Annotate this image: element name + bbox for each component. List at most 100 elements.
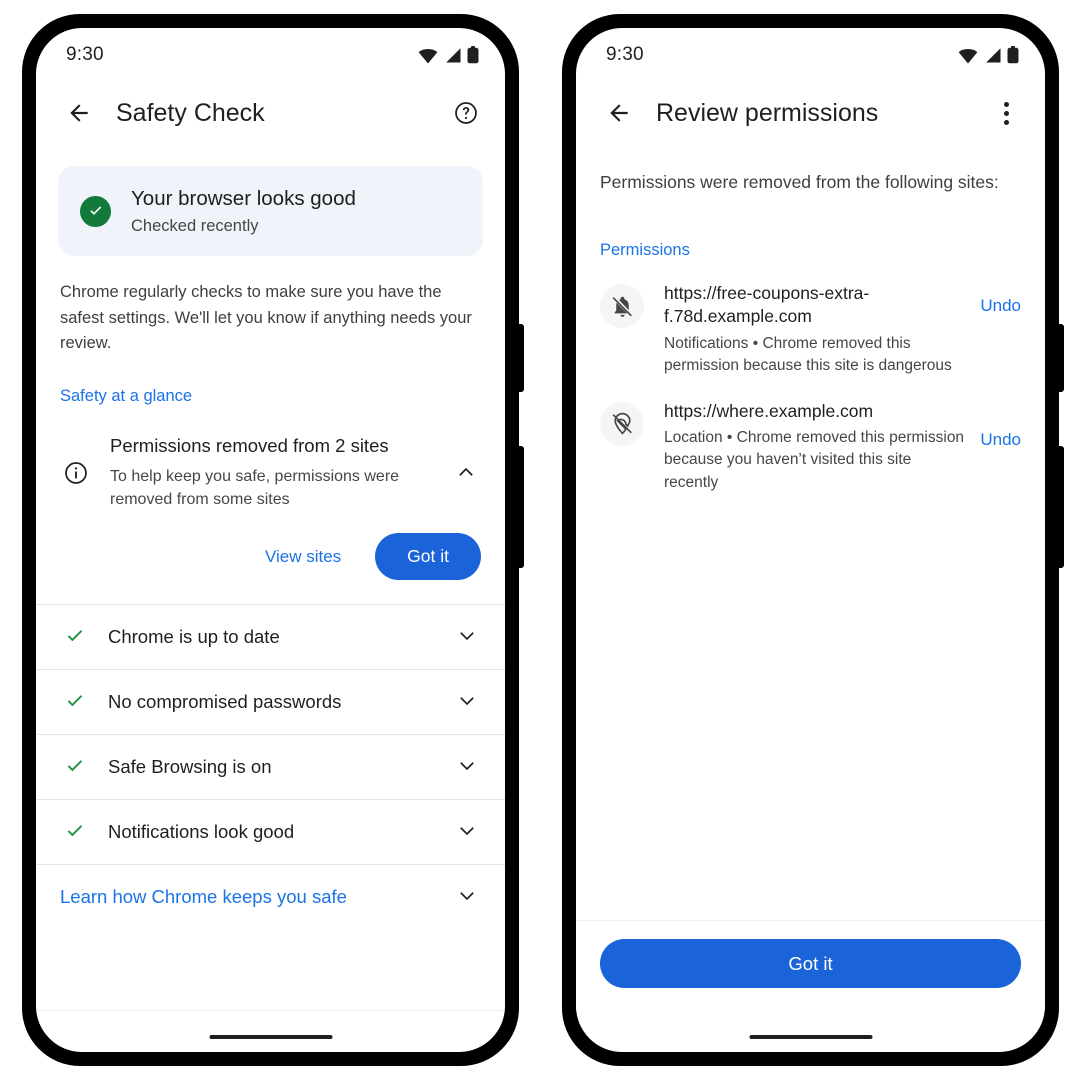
- check-circle-icon: [80, 195, 111, 227]
- undo-button[interactable]: Undo: [980, 296, 1021, 316]
- screenshot-root: 9:30 Safety Check Your browser looks goo…: [0, 0, 1080, 1080]
- expand-toggle[interactable]: [453, 886, 481, 908]
- description-paragraph: Chrome regularly checks to make sure you…: [60, 283, 472, 353]
- learn-more-label: Learn how Chrome keeps you safe: [60, 886, 347, 908]
- check-icon-wrap: [60, 690, 90, 714]
- status-banner: Your browser looks good Checked recently: [58, 166, 483, 257]
- status-clock: 9:30: [66, 44, 104, 65]
- permission-details: https://free-coupons-extra-f.78d.example…: [644, 282, 980, 377]
- permission-list-item[interactable]: https://where.example.com Location • Chr…: [576, 378, 1045, 495]
- navigation-bar: [576, 1010, 1045, 1052]
- got-it-button[interactable]: Got it: [375, 533, 481, 581]
- expand-toggle[interactable]: [453, 756, 481, 778]
- volume-button[interactable]: [1058, 446, 1064, 568]
- safety-at-a-glance-link[interactable]: Safety at a glance: [60, 387, 481, 406]
- status-bar: 9:30: [36, 28, 505, 82]
- status-icons: [958, 46, 1019, 64]
- navigation-bar: [36, 1010, 505, 1052]
- learn-how-chrome-keeps-you-safe-row[interactable]: Learn how Chrome keeps you safe: [36, 865, 505, 929]
- status-bar: 9:30: [576, 28, 1045, 82]
- banner-subtitle: Checked recently: [131, 216, 259, 235]
- check-row-notifications[interactable]: Notifications look good: [36, 800, 505, 864]
- app-bar-review-permissions: Review permissions: [576, 82, 1045, 144]
- screen-review-permissions: 9:30 Review permissions Permissions were…: [576, 28, 1045, 1052]
- undo-button[interactable]: Undo: [980, 430, 1021, 450]
- power-button[interactable]: [1058, 324, 1064, 392]
- app-bar-safety-check: Safety Check: [36, 82, 505, 144]
- power-button[interactable]: [518, 324, 524, 392]
- safety-check-content: Your browser looks good Checked recently…: [36, 166, 505, 929]
- chevron-down-icon: [460, 827, 474, 836]
- chevron-down-icon: [460, 697, 474, 706]
- battery-icon: [1007, 46, 1019, 64]
- permissions-section-label: Permissions: [600, 241, 690, 260]
- expand-toggle[interactable]: [453, 821, 481, 843]
- info-icon-wrap: [60, 460, 92, 486]
- expand-toggle[interactable]: [453, 691, 481, 713]
- notifications-off-icon-wrap: [600, 284, 644, 329]
- chevron-up-icon: [459, 467, 473, 476]
- volume-button[interactable]: [518, 446, 524, 568]
- permission-description: Notifications • Chrome removed this perm…: [664, 334, 952, 375]
- screen-safety-check: 9:30 Safety Check Your browser looks goo…: [36, 28, 505, 1052]
- page-title: Review permissions: [656, 98, 879, 127]
- cellular-icon: [446, 47, 461, 62]
- permissions-removed-subtitle: To help keep you safe, permissions were …: [110, 467, 400, 509]
- overflow-menu-icon: [1003, 101, 1009, 125]
- overflow-menu-button[interactable]: [989, 96, 1023, 130]
- page-title: Safety Check: [116, 98, 265, 127]
- permissions-removed-row[interactable]: Permissions removed from 2 sites To help…: [36, 434, 505, 511]
- phone-left: 9:30 Safety Check Your browser looks goo…: [22, 14, 524, 1066]
- check-icon-wrap: [60, 820, 90, 844]
- check-row-label: Safe Browsing is on: [108, 756, 272, 778]
- wifi-icon: [418, 48, 438, 63]
- back-arrow-icon: [610, 104, 628, 122]
- permissions-removed-title: Permissions removed from 2 sites: [110, 434, 389, 456]
- back-button[interactable]: [602, 96, 636, 130]
- permission-site-url: https://where.example.com: [664, 400, 874, 421]
- location-off-icon-wrap: [600, 401, 644, 446]
- battery-icon: [467, 46, 479, 64]
- phone-right: 9:30 Review permissions Permissions were…: [562, 14, 1064, 1066]
- chevron-down-icon: [460, 762, 474, 771]
- gesture-handle[interactable]: [749, 1035, 872, 1039]
- check-icon: [67, 760, 83, 772]
- permission-description: Location • Chrome removed this permissio…: [664, 428, 965, 491]
- permissions-row-actions: View sites Got it: [36, 511, 505, 604]
- cellular-icon: [986, 47, 1001, 62]
- permission-list-item[interactable]: https://free-coupons-extra-f.78d.example…: [576, 260, 1045, 377]
- view-sites-button[interactable]: View sites: [255, 541, 351, 573]
- status-icons: [418, 46, 479, 64]
- help-button[interactable]: [449, 96, 483, 130]
- check-icon-wrap: [60, 755, 90, 779]
- bottom-action-bar: Got it: [576, 920, 1045, 1010]
- expand-toggle[interactable]: [453, 626, 481, 648]
- intro-text: Permissions were removed from the follow…: [600, 172, 999, 192]
- check-icon: [67, 695, 83, 707]
- back-button[interactable]: [62, 96, 96, 130]
- check-glyph-icon: [89, 206, 101, 216]
- check-row-label: No compromised passwords: [108, 691, 342, 713]
- chevron-down-icon: [460, 892, 474, 901]
- check-row-label: Chrome is up to date: [108, 626, 280, 648]
- check-row-no-compromised-passwords[interactable]: No compromised passwords: [36, 670, 505, 734]
- permission-details: https://where.example.com Location • Chr…: [644, 400, 980, 495]
- notifications-off-icon: [612, 296, 632, 317]
- check-row-label: Notifications look good: [108, 821, 295, 843]
- check-icon: [67, 630, 83, 642]
- location-off-icon: [612, 412, 632, 435]
- gesture-handle[interactable]: [209, 1035, 332, 1039]
- status-clock: 9:30: [606, 44, 644, 65]
- chevron-down-icon: [460, 632, 474, 641]
- nav-divider: [36, 1010, 505, 1011]
- check-icon: [67, 825, 83, 837]
- got-it-button[interactable]: Got it: [600, 939, 1021, 988]
- info-icon: [65, 462, 87, 484]
- check-icon-wrap: [60, 625, 90, 649]
- permission-site-url: https://free-coupons-extra-f.78d.example…: [664, 283, 870, 327]
- collapse-toggle[interactable]: [451, 460, 481, 482]
- wifi-icon: [958, 48, 978, 63]
- check-row-safe-browsing[interactable]: Safe Browsing is on: [36, 735, 505, 799]
- check-row-chrome-up-to-date[interactable]: Chrome is up to date: [36, 605, 505, 669]
- permissions-removed-body: Permissions removed from 2 sites To help…: [92, 434, 451, 511]
